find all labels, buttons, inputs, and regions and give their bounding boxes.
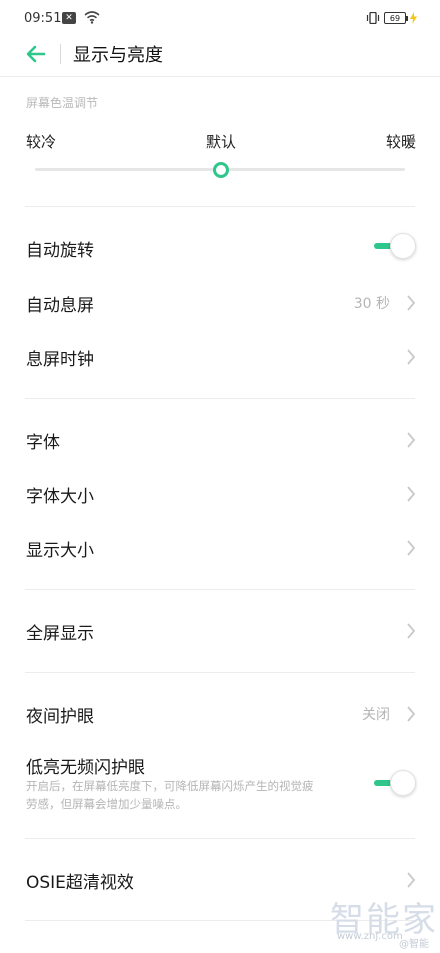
watermark-url: www.znj.com: [337, 931, 403, 942]
wifi-icon: [84, 11, 100, 24]
header-divider: [60, 44, 61, 64]
color-temperature-section-label: 屏幕色温调节: [26, 96, 99, 110]
low-flicker-description-line: 开启后，在屏幕低亮度下，可降低屏幕闪烁产生的视觉疲: [26, 779, 314, 793]
screen-timeout-label: 自动息屏: [26, 296, 94, 316]
font-row[interactable]: 字体: [0, 413, 440, 467]
default-label: 默认: [206, 133, 237, 151]
page-title: 显示与亮度: [73, 45, 163, 66]
screen-timeout-row[interactable]: 自动息屏 30 秒: [0, 276, 440, 330]
low-flicker-description-line: 劳感，但屏幕会增加少量噪点。: [26, 797, 187, 811]
chevron-right-icon: [407, 295, 416, 311]
chevron-right-icon: [407, 540, 416, 556]
display-size-row[interactable]: 显示大小: [0, 521, 440, 575]
section-divider: [25, 838, 415, 839]
status-time: 09:51: [24, 11, 62, 26]
section-divider: [25, 672, 415, 673]
header-bottom-divider: [0, 76, 440, 77]
auto-rotate-toggle[interactable]: [374, 233, 416, 259]
night-eye-protection-row[interactable]: 夜间护眼 关闭: [0, 687, 440, 741]
low-flicker-description: 开启后，在屏幕低亮度下，可降低屏幕闪烁产生的视觉疲 劳感，但屏幕会增加少量噪点。: [26, 777, 356, 813]
chevron-right-icon: [407, 872, 416, 888]
chevron-right-icon: [407, 623, 416, 639]
chevron-right-icon: [407, 486, 416, 502]
notification-icon: ✕: [62, 12, 76, 24]
watermark-weibo: @智能: [399, 939, 429, 950]
back-arrow-icon[interactable]: [24, 42, 48, 66]
font-size-row[interactable]: 字体大小: [0, 467, 440, 521]
screen-timeout-value: 30 秒: [353, 296, 390, 312]
color-temperature-slider-thumb[interactable]: [213, 162, 229, 178]
osie-label: OSIE超清视效: [26, 873, 134, 893]
aod-clock-label: 息屏时钟: [26, 350, 94, 370]
night-eye-protection-value: 关闭: [362, 707, 390, 723]
auto-rotate-row[interactable]: 自动旋转: [0, 221, 440, 275]
font-size-label: 字体大小: [26, 487, 94, 507]
chevron-right-icon: [407, 432, 416, 448]
display-size-label: 显示大小: [26, 541, 94, 561]
vibrate-icon: [366, 12, 380, 24]
section-divider: [25, 398, 415, 399]
charging-icon: [410, 12, 417, 24]
toggle-knob: [390, 770, 416, 796]
chevron-right-icon: [407, 349, 416, 365]
toggle-knob: [390, 233, 416, 259]
chevron-right-icon: [407, 706, 416, 722]
warm-label: 较暖: [386, 133, 417, 151]
low-flicker-toggle[interactable]: [374, 770, 416, 796]
cold-label: 较冷: [26, 133, 57, 151]
night-eye-protection-label: 夜间护眼: [26, 707, 94, 727]
section-divider: [25, 589, 415, 590]
low-flicker-label: 低亮无频闪护眼: [26, 758, 145, 778]
full-screen-label: 全屏显示: [26, 624, 94, 644]
font-label: 字体: [26, 433, 60, 453]
battery-icon: 69: [384, 12, 408, 24]
header: 显示与亮度: [0, 32, 440, 76]
auto-rotate-label: 自动旋转: [26, 241, 94, 261]
full-screen-row[interactable]: 全屏显示: [0, 604, 440, 658]
section-divider: [25, 206, 415, 207]
aod-clock-row[interactable]: 息屏时钟: [0, 330, 440, 384]
